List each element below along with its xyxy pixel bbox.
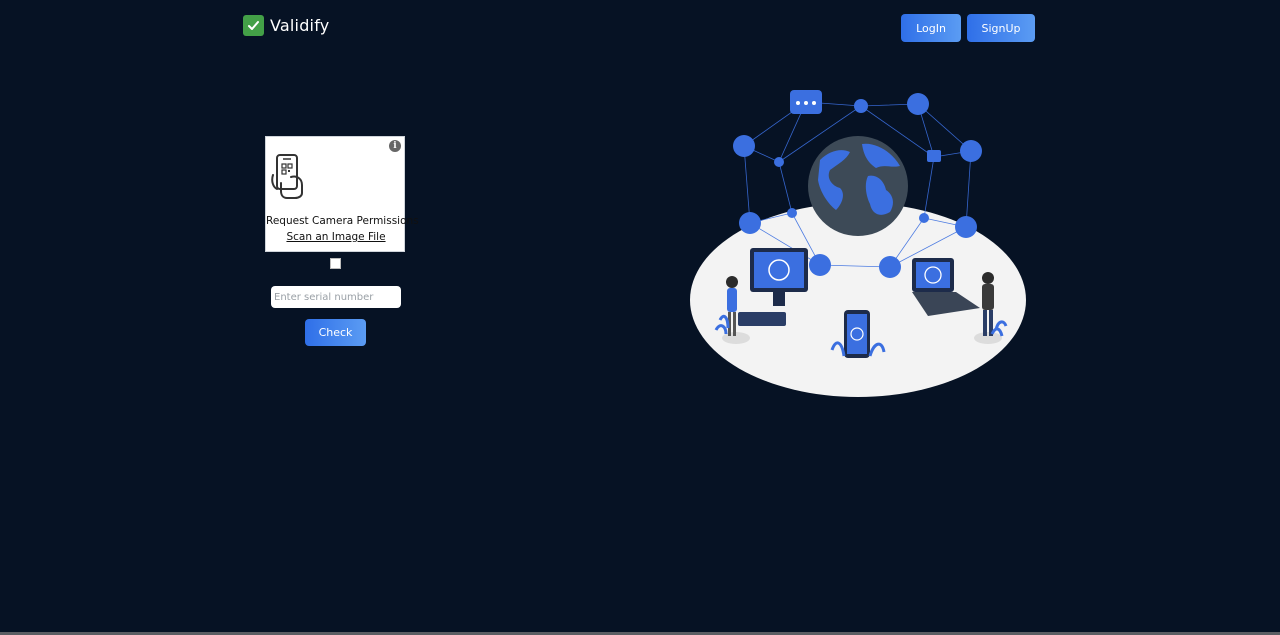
signup-button[interactable]: SignUp: [967, 14, 1035, 42]
check-button[interactable]: Check: [305, 319, 366, 346]
page: Validify LogIn SignUp i Request Camera P…: [0, 0, 1280, 635]
brand-name: Validify: [270, 16, 330, 35]
phone-scan-icon: [271, 154, 303, 199]
login-button[interactable]: LogIn: [901, 14, 961, 42]
request-camera-permissions[interactable]: Request Camera Permissions: [266, 215, 419, 227]
check-icon: [243, 15, 264, 36]
scan-image-file-link[interactable]: Scan an Image File: [266, 231, 406, 243]
serial-number-input[interactable]: [271, 286, 401, 308]
scanner-checkbox[interactable]: [330, 258, 341, 269]
brand-logo[interactable]: Validify: [243, 15, 329, 36]
qr-scanner-panel: i Request Camera Permissions Scan an Ima…: [265, 136, 419, 252]
network-illustration: [690, 90, 1026, 397]
info-icon[interactable]: i: [389, 140, 401, 152]
